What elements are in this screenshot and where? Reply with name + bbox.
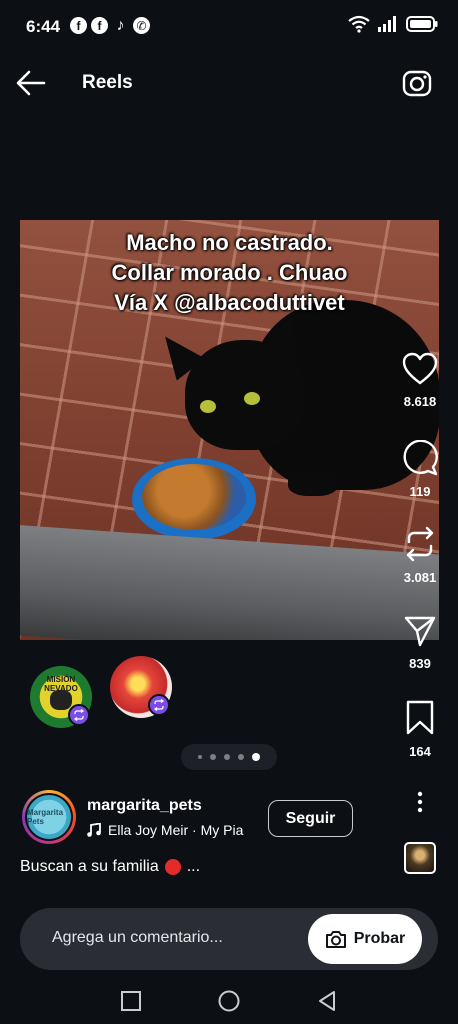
try-button[interactable]: Probar: [308, 914, 422, 964]
page-dot-active: [252, 753, 260, 761]
follow-button[interactable]: Seguir: [268, 800, 353, 837]
cat-paw: [288, 470, 338, 496]
comments-count: 119: [409, 484, 431, 499]
status-bar: 6:44 f f ♪ ✆: [0, 0, 458, 54]
music-title: Ella Joy Meir · My Pia: [108, 822, 244, 838]
avatar-ring: Margarita Pets: [25, 793, 73, 841]
author-username[interactable]: margarita_pets: [87, 797, 202, 815]
caption-line: Collar morado . Chuao: [111, 260, 348, 285]
cat-eye: [244, 392, 260, 405]
try-label: Probar: [353, 930, 406, 947]
bookmark-icon: [406, 700, 434, 735]
tiktok-icon: ♪: [116, 16, 125, 34]
collab-badge: [148, 694, 170, 716]
facebook-icon: f: [91, 17, 108, 34]
description-text: Buscan a su familia: [20, 858, 159, 875]
heart-icon: [402, 352, 438, 385]
wifi-icon: [348, 15, 370, 33]
likes-count: 8.618: [403, 394, 437, 409]
cat-food: [142, 464, 246, 530]
repost-button[interactable]: 3.081: [396, 526, 444, 585]
recent-apps-icon[interactable]: [118, 988, 144, 1014]
battery-icon: [406, 16, 438, 32]
collaborator-logo: [50, 690, 72, 710]
audio-thumbnail[interactable]: [404, 842, 436, 874]
caption-line: Macho no castrado.: [126, 230, 333, 255]
comment-button[interactable]: 119: [396, 440, 444, 499]
reel-caption: Macho no castrado. Collar morado . Chuao…: [20, 228, 439, 318]
music-note-icon: [87, 823, 101, 837]
back-nav-icon[interactable]: [314, 988, 340, 1014]
reel-video[interactable]: Macho no castrado. Collar morado . Chuao…: [20, 220, 439, 640]
status-time: 6:44: [26, 17, 61, 36]
system-navigation-bar: [0, 978, 458, 1024]
like-button[interactable]: 8.618: [396, 352, 444, 409]
page-dot: [198, 755, 202, 759]
cat-eye: [200, 400, 216, 413]
collaborator-avatar[interactable]: [110, 656, 172, 718]
author-avatar[interactable]: Margarita Pets: [22, 790, 76, 844]
saves-count: 164: [409, 744, 431, 759]
repost-icon: [153, 699, 165, 711]
notification-icons: f f ♪ ✆: [70, 17, 150, 34]
page-dot: [210, 754, 216, 760]
collab-badge: [68, 704, 90, 726]
system-icons: [348, 15, 438, 33]
description-more: ...: [186, 858, 201, 875]
red-circle-emoji: [164, 859, 181, 875]
send-icon: [404, 616, 436, 647]
reel-description[interactable]: Buscan a su familia ...: [20, 858, 200, 876]
caption-line: Vía X @albacoduttivet: [114, 290, 345, 315]
page-dot: [238, 754, 244, 760]
top-bar: Reels: [0, 60, 458, 108]
comment-icon: [403, 440, 438, 476]
share-button[interactable]: 839: [396, 614, 444, 671]
collaborator-avatar[interactable]: MISIÓN NEVADO: [30, 666, 92, 728]
home-icon[interactable]: [216, 988, 242, 1014]
more-options-icon[interactable]: [408, 790, 432, 814]
music-info[interactable]: Ella Joy Meir · My Pia: [87, 822, 243, 838]
signal-icon: [378, 16, 396, 32]
comment-bar: Agrega un comentario... Probar: [20, 908, 438, 970]
camera-icon: [325, 931, 346, 948]
arrow-left-icon[interactable]: [14, 68, 48, 98]
repost-icon: [406, 526, 434, 562]
page-dot: [224, 754, 230, 760]
comment-input[interactable]: Agrega un comentario...: [52, 929, 223, 947]
carousel-pagination: [181, 744, 277, 770]
shares-count: 839: [409, 656, 431, 671]
reposts-count: 3.081: [403, 570, 437, 585]
save-button[interactable]: 164: [396, 700, 444, 759]
facebook-icon: f: [70, 17, 87, 34]
page-title: Reels: [82, 72, 133, 93]
avatar-image: Margarita Pets: [27, 795, 71, 839]
whatsapp-icon: ✆: [133, 17, 150, 34]
camera-icon[interactable]: [400, 68, 434, 98]
repost-icon: [73, 709, 85, 721]
